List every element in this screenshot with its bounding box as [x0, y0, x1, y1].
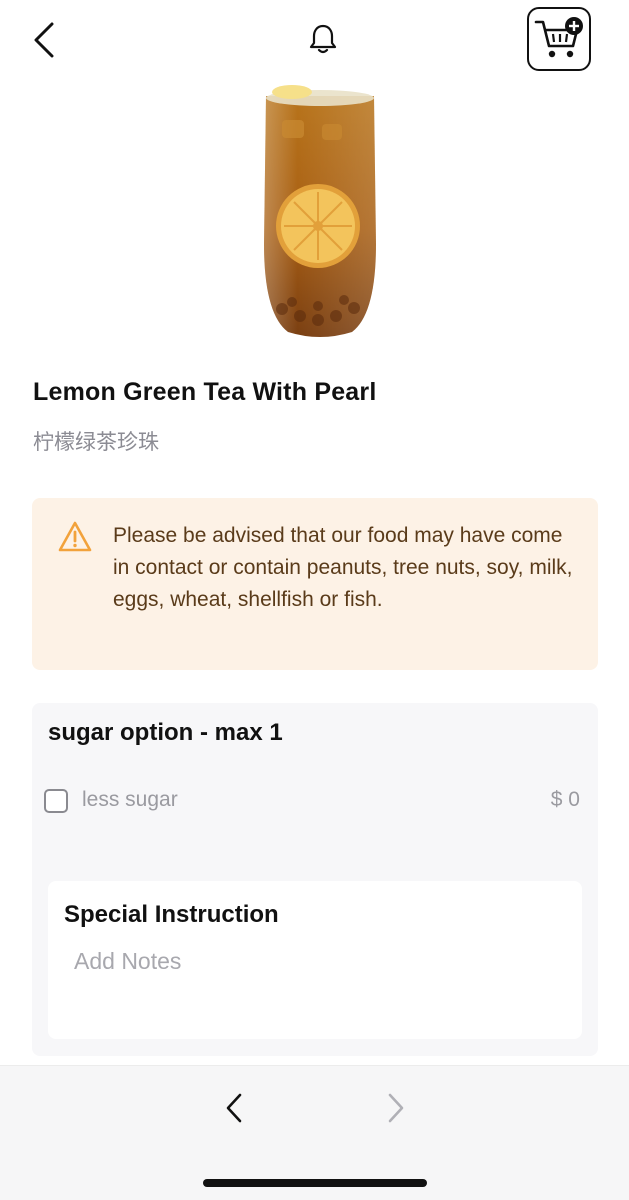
allergen-notice: Please be advised that our food may have…	[32, 498, 598, 670]
option-checkbox[interactable]	[44, 789, 68, 813]
chevron-right-icon	[388, 1093, 404, 1123]
special-instruction-card: Special Instruction	[48, 881, 582, 1039]
bell-icon	[309, 24, 337, 54]
allergen-message: Please be advised that our food may have…	[113, 524, 573, 611]
notes-input[interactable]	[62, 941, 562, 981]
warning-triangle-icon	[58, 521, 92, 552]
options-card: sugar option - max 1 less sugar $ 0 Spec…	[32, 703, 598, 1056]
chevron-left-icon	[226, 1093, 242, 1123]
notification-button[interactable]	[302, 18, 344, 60]
prev-button[interactable]	[212, 1086, 256, 1130]
chevron-left-icon	[34, 22, 54, 58]
product-image	[252, 84, 388, 344]
product-title: Lemon Green Tea With Pearl	[33, 378, 377, 406]
options-title: sugar option - max 1	[48, 719, 283, 746]
option-price: $ 0	[550, 788, 580, 811]
option-label: less sugar	[82, 788, 178, 811]
option-item-less-sugar[interactable]: less sugar $ 0	[44, 787, 584, 817]
next-button[interactable]	[374, 1086, 418, 1130]
back-button[interactable]	[24, 18, 64, 62]
bottom-nav-bar	[0, 1065, 629, 1200]
home-indicator	[203, 1179, 427, 1187]
cart-add-icon	[534, 17, 583, 58]
top-bar	[0, 0, 629, 84]
product-subtitle: 柠檬绿茶珍珠	[33, 430, 159, 454]
add-to-cart-button[interactable]	[527, 7, 591, 71]
special-instruction-title: Special Instruction	[64, 901, 279, 928]
